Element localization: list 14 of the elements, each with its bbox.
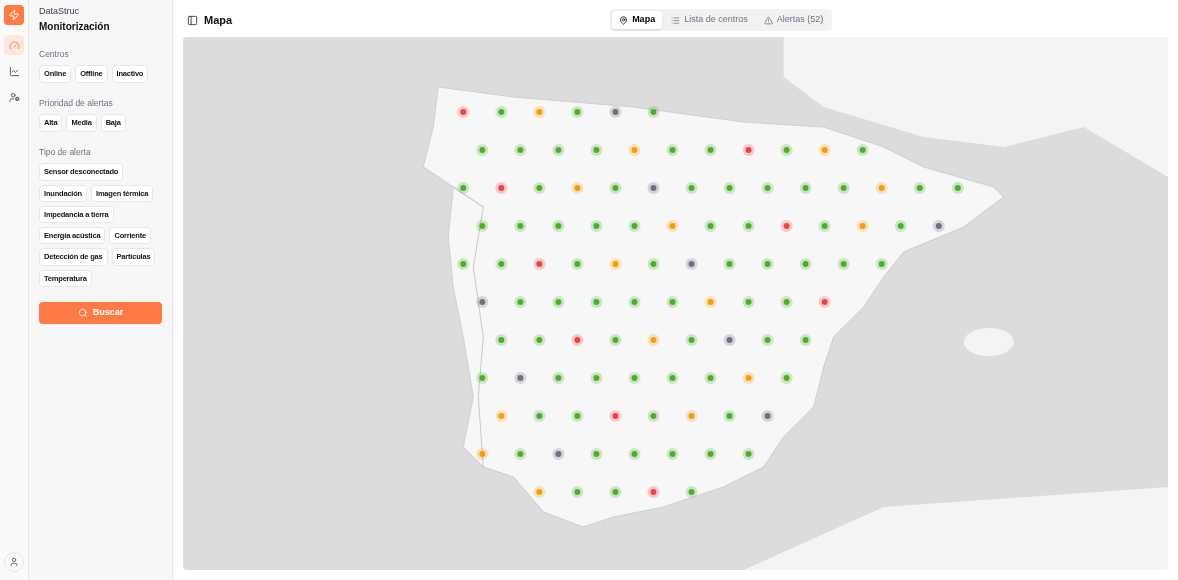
- search-icon: [77, 307, 88, 318]
- page-title: Mapa: [204, 12, 233, 28]
- filter-heading: Prioridad de alertas: [39, 96, 114, 110]
- filter-heading: Centros: [39, 47, 70, 61]
- app-title: Monitorización: [39, 19, 111, 34]
- view-tab[interactable]: Alertas (52): [756, 11, 831, 29]
- sidebar-toggle-icon[interactable]: [187, 14, 198, 26]
- list-icon: [671, 15, 681, 25]
- pin-icon: [619, 15, 629, 25]
- filter-heading: Tipo de alerta: [39, 145, 92, 159]
- brand-name: DataStruc: [39, 5, 81, 18]
- view-tab[interactable]: Mapa: [612, 11, 663, 29]
- alert-icon: [763, 15, 773, 25]
- view-tab[interactable]: Lista de centros: [664, 11, 755, 29]
